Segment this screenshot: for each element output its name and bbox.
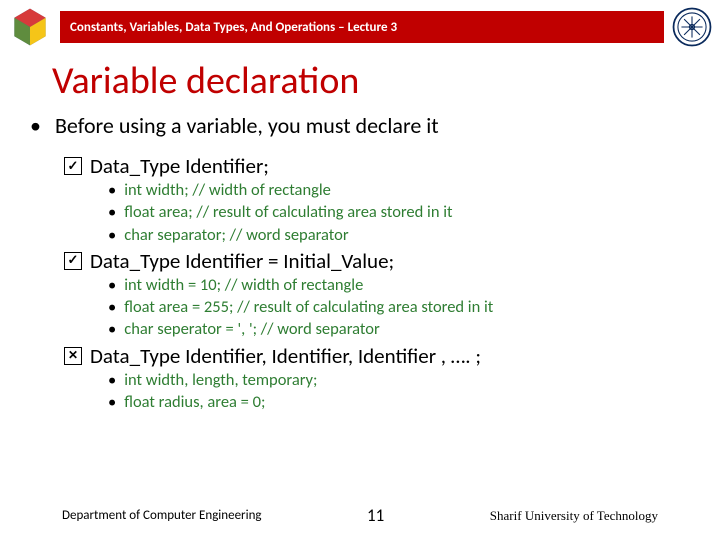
syntax-heading-text: Data_Type Identifier;: [90, 153, 269, 179]
slide-header: Constants, Variables, Data Types, And Op…: [0, 0, 720, 54]
puzzle-logo-icon: [7, 4, 53, 50]
x-icon: [64, 347, 82, 365]
slide-title: Variable declaration: [52, 58, 720, 104]
code-example: int width = 10; // width of rectangle: [108, 274, 720, 296]
slide-content: Before using a variable, you must declar…: [0, 112, 720, 413]
footer-university: Sharif University of Technology: [490, 508, 658, 524]
syntax-heading: Data_Type Identifier;: [64, 153, 720, 179]
syntax-heading-text: Data_Type Identifier, Identifier, Identi…: [90, 343, 481, 369]
code-example: float area; // result of calculating are…: [108, 201, 720, 223]
syntax-heading-text: Data_Type Identifier = Initial_Value;: [90, 248, 394, 274]
slide-footer: Department of Computer Engineering 11 Sh…: [0, 505, 720, 526]
main-bullet-text: Before using a variable, you must declar…: [55, 112, 439, 139]
header-banner: Constants, Variables, Data Types, And Op…: [60, 11, 664, 43]
header-banner-text: Constants, Variables, Data Types, And Op…: [70, 20, 397, 35]
main-bullet: Before using a variable, you must declar…: [30, 112, 720, 139]
code-example: float area = 255; // result of calculati…: [108, 296, 720, 318]
code-example: char seperator = ', '; // word separator: [108, 318, 720, 340]
code-example: int width, length, temporary;: [108, 369, 720, 391]
code-example: float radius, area = 0;: [108, 391, 720, 413]
check-icon: [64, 252, 82, 270]
footer-page-number: 11: [367, 505, 384, 526]
syntax-heading: Data_Type Identifier, Identifier, Identi…: [64, 343, 720, 369]
code-example: char separator; // word separator: [108, 224, 720, 246]
footer-dept: Department of Computer Engineering: [62, 508, 262, 523]
logo-right: [664, 0, 720, 54]
syntax-heading: Data_Type Identifier = Initial_Value;: [64, 248, 720, 274]
logo-left: [0, 0, 60, 54]
check-icon: [64, 157, 82, 175]
code-example: int width; // width of rectangle: [108, 179, 720, 201]
university-seal-icon: [670, 5, 714, 49]
